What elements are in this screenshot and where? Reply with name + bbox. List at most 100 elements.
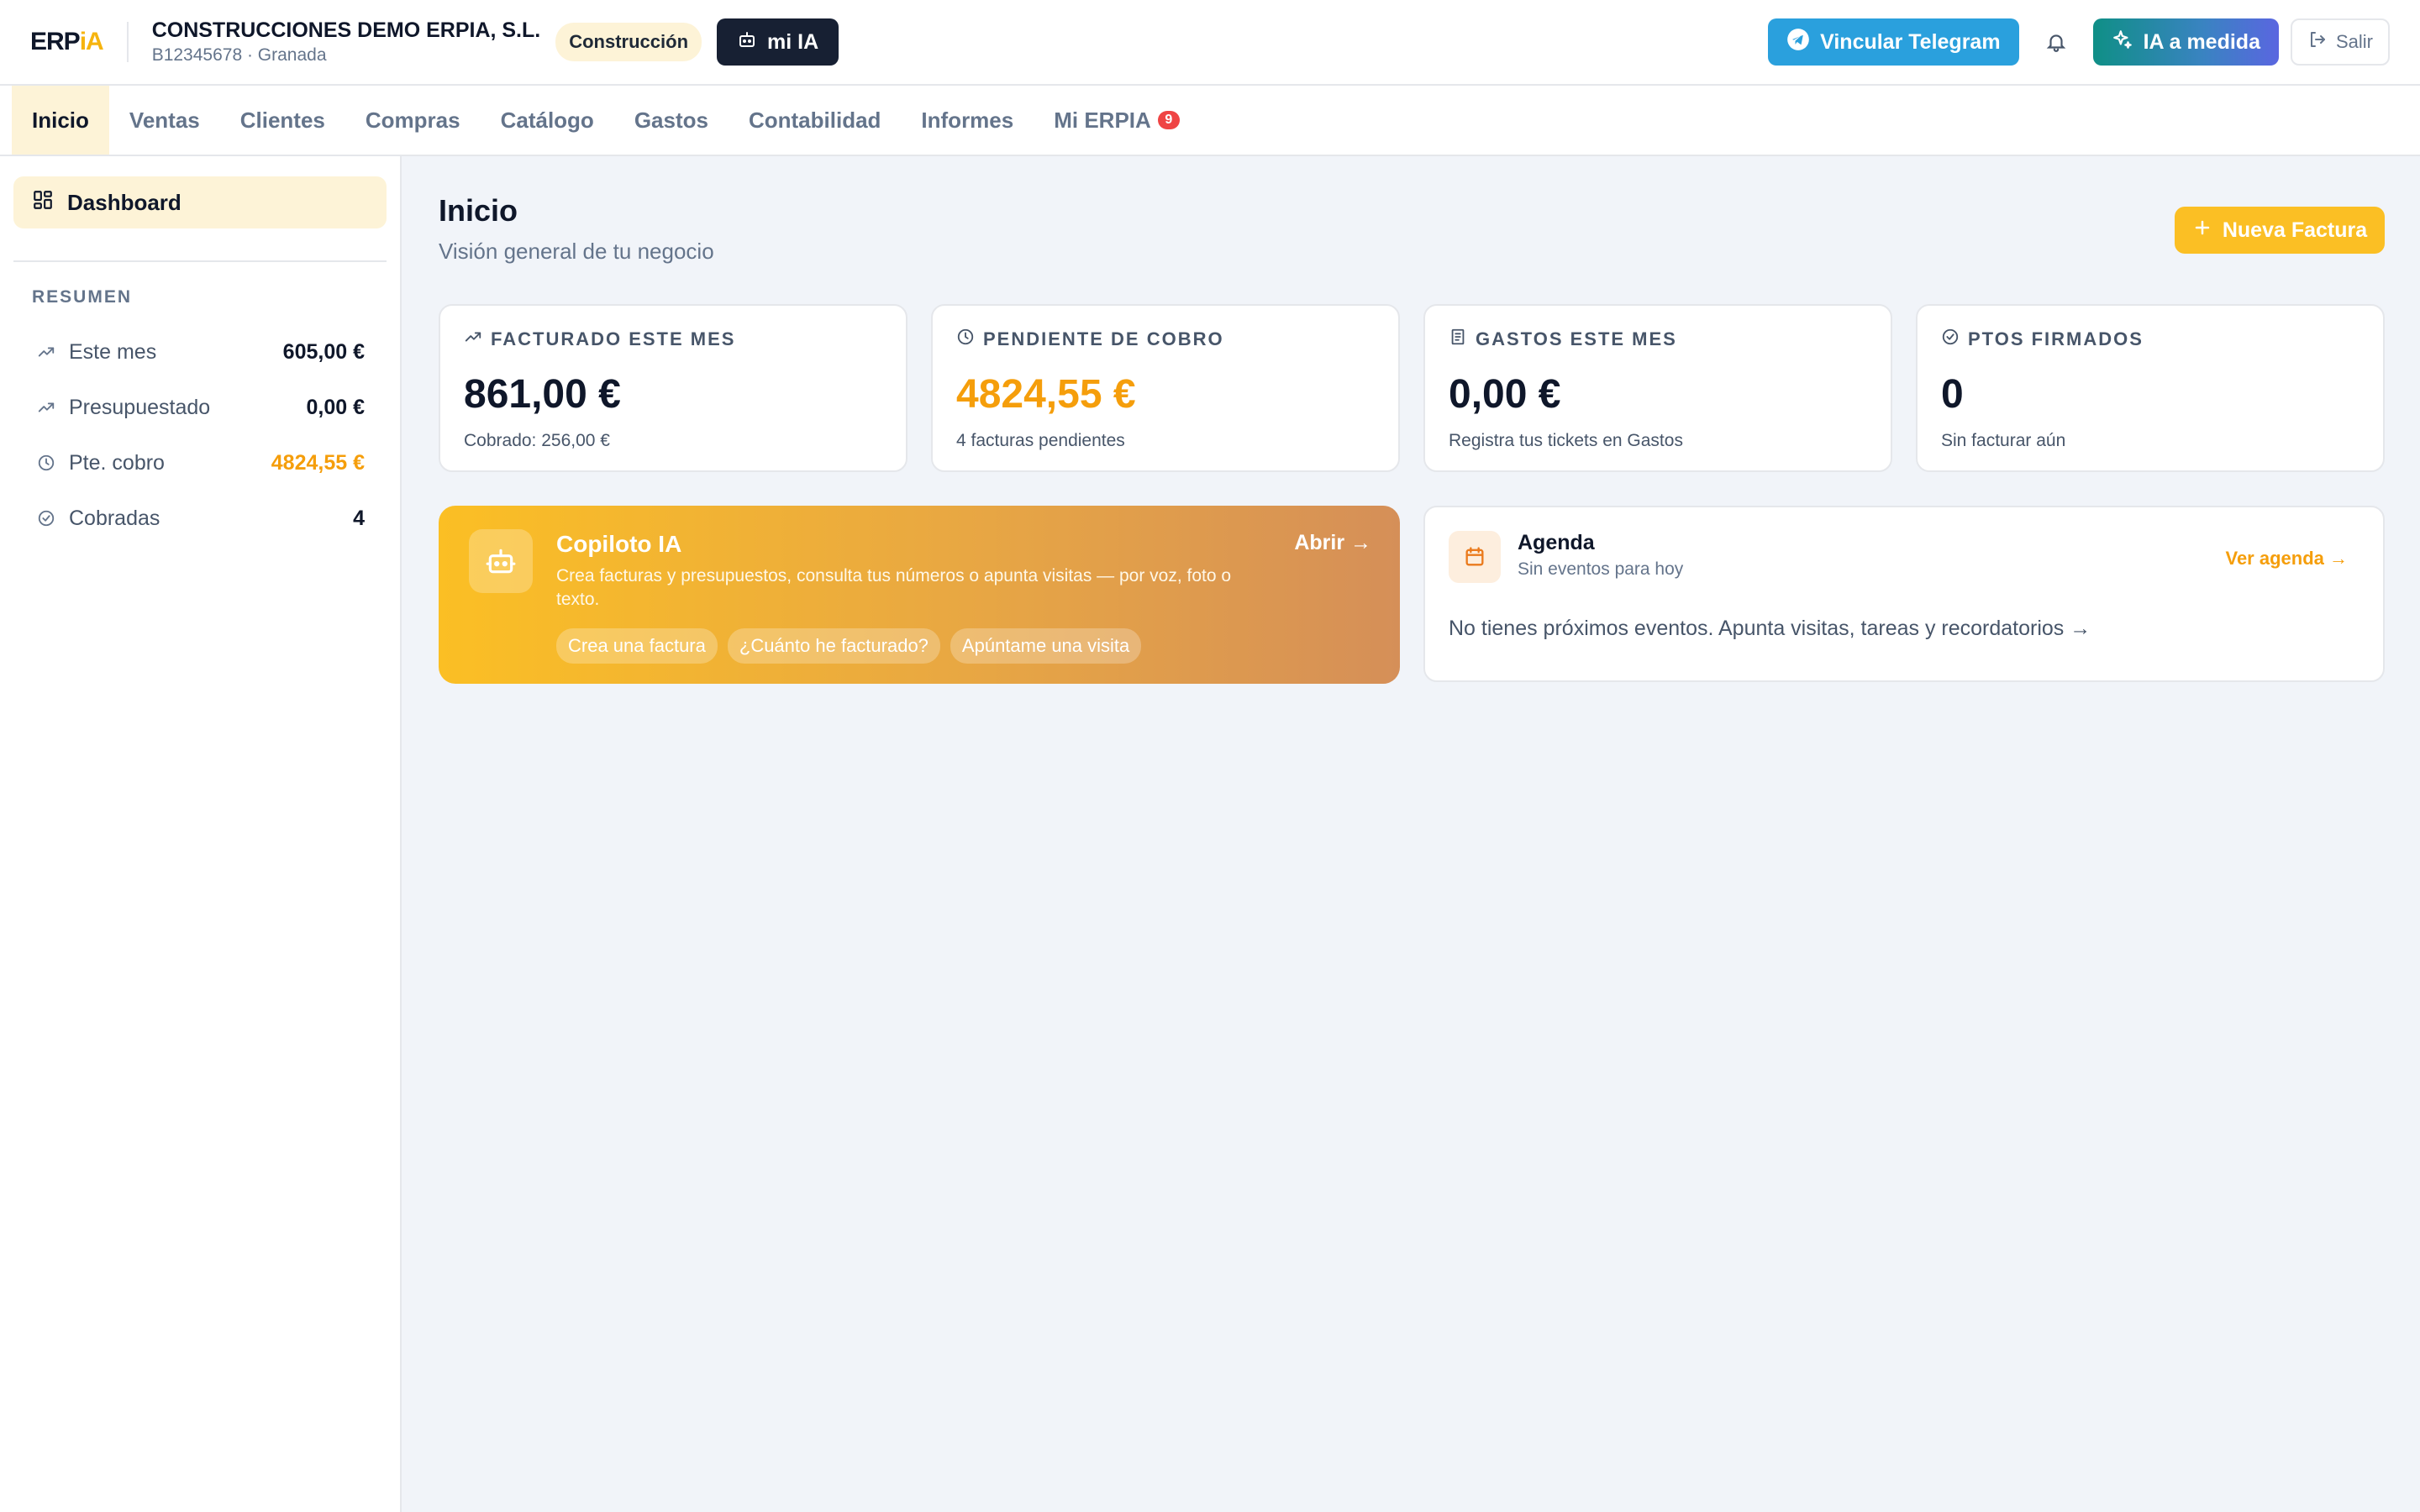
stat-note: Sin facturar aún (1941, 431, 2066, 450)
nav-label: Ventas (129, 107, 200, 133)
clock-icon (37, 454, 59, 472)
logo-ia-text: iA (79, 28, 104, 55)
copilot-open-link[interactable]: Abrir → (1294, 531, 1371, 555)
sector-badge: Construcción (555, 23, 702, 61)
stat-label: PTOS FIRMADOS (1968, 328, 2144, 349)
nav-tab-inicio[interactable]: Inicio (12, 86, 109, 155)
bell-icon[interactable] (2043, 29, 2070, 55)
nav-label: Clientes (239, 107, 325, 133)
trending-up-icon (37, 398, 59, 417)
stat-note: Cobrado: 256,00 € (464, 431, 610, 450)
erpia-logo[interactable]: ERPiA (30, 28, 104, 56)
nav-label: Catálogo (500, 107, 594, 133)
summary-value: 0,00 € (306, 395, 365, 419)
stat-value: 4824,55 € (956, 372, 1136, 417)
company-tax-location: B12345678 · Granada (151, 45, 327, 65)
logout-icon (2307, 29, 2328, 55)
stat-header: PENDIENTE DE COBRO (956, 328, 1375, 351)
new-invoice-label: Nueva Factura (2222, 218, 2368, 242)
nav-tab-informes[interactable]: Informes (901, 86, 1034, 155)
stat-note: Registra tus tickets en Gastos (1449, 431, 1683, 450)
bot-icon (469, 529, 533, 593)
stat-value: 861,00 € (464, 372, 621, 417)
summary-row-este-mes: Este mes 605,00 € (13, 324, 387, 380)
summary-row-presupuestado: Presupuestado 0,00 € (13, 380, 387, 435)
nav-label: Mi ERPIA (1054, 107, 1151, 133)
suggestion-chip[interactable]: Apúntame una visita (950, 628, 1142, 664)
nav-tab-contabilidad[interactable]: Contabilidad (729, 86, 901, 155)
nav-tab-gastos[interactable]: Gastos (614, 86, 729, 155)
nav-tab-catalogo[interactable]: Catálogo (481, 86, 614, 155)
stat-note: 4 facturas pendientes (956, 431, 1125, 450)
nav-label: Compras (365, 107, 460, 133)
summary-value: 605,00 € (282, 339, 365, 364)
summary-row-cobradas: Cobradas 4 (13, 491, 387, 546)
ia-a-medida-button[interactable]: IA a medida (2092, 18, 2279, 66)
stat-label: GASTOS ESTE MES (1476, 328, 1677, 349)
calendar-icon (1449, 531, 1501, 583)
nav-tab-ventas[interactable]: Ventas (109, 86, 220, 155)
header-divider (126, 22, 129, 62)
logout-button[interactable]: Salir (2290, 18, 2390, 66)
nav-label: Contabilidad (748, 107, 881, 133)
logo-erp-text: ERP (30, 28, 81, 55)
telegram-icon (1786, 28, 1810, 57)
agenda-card: Agenda Sin eventos para hoy Ver agenda →… (1423, 506, 2385, 682)
sidebar: Dashboard RESUMEN Este mes 605,00 € Pres… (0, 156, 402, 1512)
stat-card-pendiente-cobro[interactable]: PENDIENTE DE COBRO 4824,55 € 4 facturas … (931, 304, 1400, 472)
nav-tab-mi-erpia[interactable]: Mi ERPIA 9 (1034, 86, 1200, 155)
nav-tab-compras[interactable]: Compras (345, 86, 481, 155)
dashboard-grid-icon (32, 189, 54, 217)
sidebar-item-dashboard[interactable]: Dashboard (13, 176, 387, 228)
company-name: CONSTRUCCIONES DEMO ERPIA, S.L. (151, 18, 541, 42)
stat-card-facturado[interactable]: FACTURADO ESTE MES 861,00 € Cobrado: 256… (439, 304, 908, 472)
notification-count-badge: 9 (1157, 111, 1180, 129)
summary-label: Cobradas (69, 506, 160, 530)
summary-value: 4 (353, 506, 365, 530)
agenda-subtitle: Sin eventos para hoy (1518, 559, 1684, 579)
mi-ia-button[interactable]: mi IA (717, 18, 839, 66)
agenda-title: Agenda (1518, 531, 1595, 554)
nav-label: Gastos (634, 107, 708, 133)
link-telegram-button[interactable]: Vincular Telegram (1768, 18, 2019, 66)
summary-label: Este mes (69, 339, 157, 364)
stat-label: FACTURADO ESTE MES (491, 328, 736, 349)
stat-card-gastos[interactable]: GASTOS ESTE MES 0,00 € Registra tus tick… (1423, 304, 1892, 472)
page-title: Inicio (439, 193, 518, 228)
summary-row-pte-cobro: Pte. cobro 4824,55 € (13, 435, 387, 491)
summary-label: Pte. cobro (69, 450, 165, 475)
sidebar-item-label: Dashboard (67, 189, 182, 215)
plus-icon (2192, 218, 2212, 244)
suggestion-chip[interactable]: Crea una factura (556, 628, 718, 664)
copilot-card[interactable]: Copiloto IA Crea facturas y presupuestos… (439, 506, 1400, 684)
receipt-icon (1449, 328, 1467, 351)
new-invoice-button[interactable]: Nueva Factura (2175, 207, 2385, 254)
logout-label: Salir (2335, 31, 2373, 52)
mi-ia-label: mi IA (767, 29, 819, 54)
stat-card-ptos-firmados[interactable]: PTOS FIRMADOS 0 Sin facturar aún (1916, 304, 2385, 472)
main-nav: Inicio Ventas Clientes Compras Catálogo … (0, 86, 2420, 156)
telegram-label: Vincular Telegram (1820, 29, 2001, 54)
summary-value: 4824,55 € (271, 450, 365, 475)
sparkles-icon (2112, 29, 2133, 56)
copilot-description: Crea facturas y presupuestos, consulta t… (556, 566, 1232, 609)
trending-up-icon (464, 328, 482, 351)
trending-up-icon (37, 343, 59, 361)
stat-value: 0,00 € (1449, 372, 1561, 417)
copilot-title: Copiloto IA (556, 531, 682, 557)
top-header: ERPiA CONSTRUCCIONES DEMO ERPIA, S.L. B1… (0, 0, 2420, 86)
nav-tab-clientes[interactable]: Clientes (220, 86, 345, 155)
view-agenda-link[interactable]: Ver agenda → (2225, 548, 2348, 570)
summary-label: Presupuestado (69, 395, 211, 419)
stat-header: PTOS FIRMADOS (1941, 328, 2360, 351)
check-circle-icon (37, 509, 59, 528)
agenda-empty-message[interactable]: No tienes próximos eventos. Apunta visit… (1449, 617, 2091, 641)
suggestion-chip[interactable]: ¿Cuánto he facturado? (727, 628, 940, 664)
sidebar-divider (13, 260, 387, 262)
check-circle-icon (1941, 328, 1960, 351)
stat-header: GASTOS ESTE MES (1449, 328, 1867, 351)
stat-label: PENDIENTE DE COBRO (983, 328, 1224, 349)
nav-label: Inicio (32, 107, 89, 133)
page-subtitle: Visión general de tu negocio (439, 239, 714, 264)
company-info: CONSTRUCCIONES DEMO ERPIA, S.L. B1234567… (152, 18, 541, 66)
